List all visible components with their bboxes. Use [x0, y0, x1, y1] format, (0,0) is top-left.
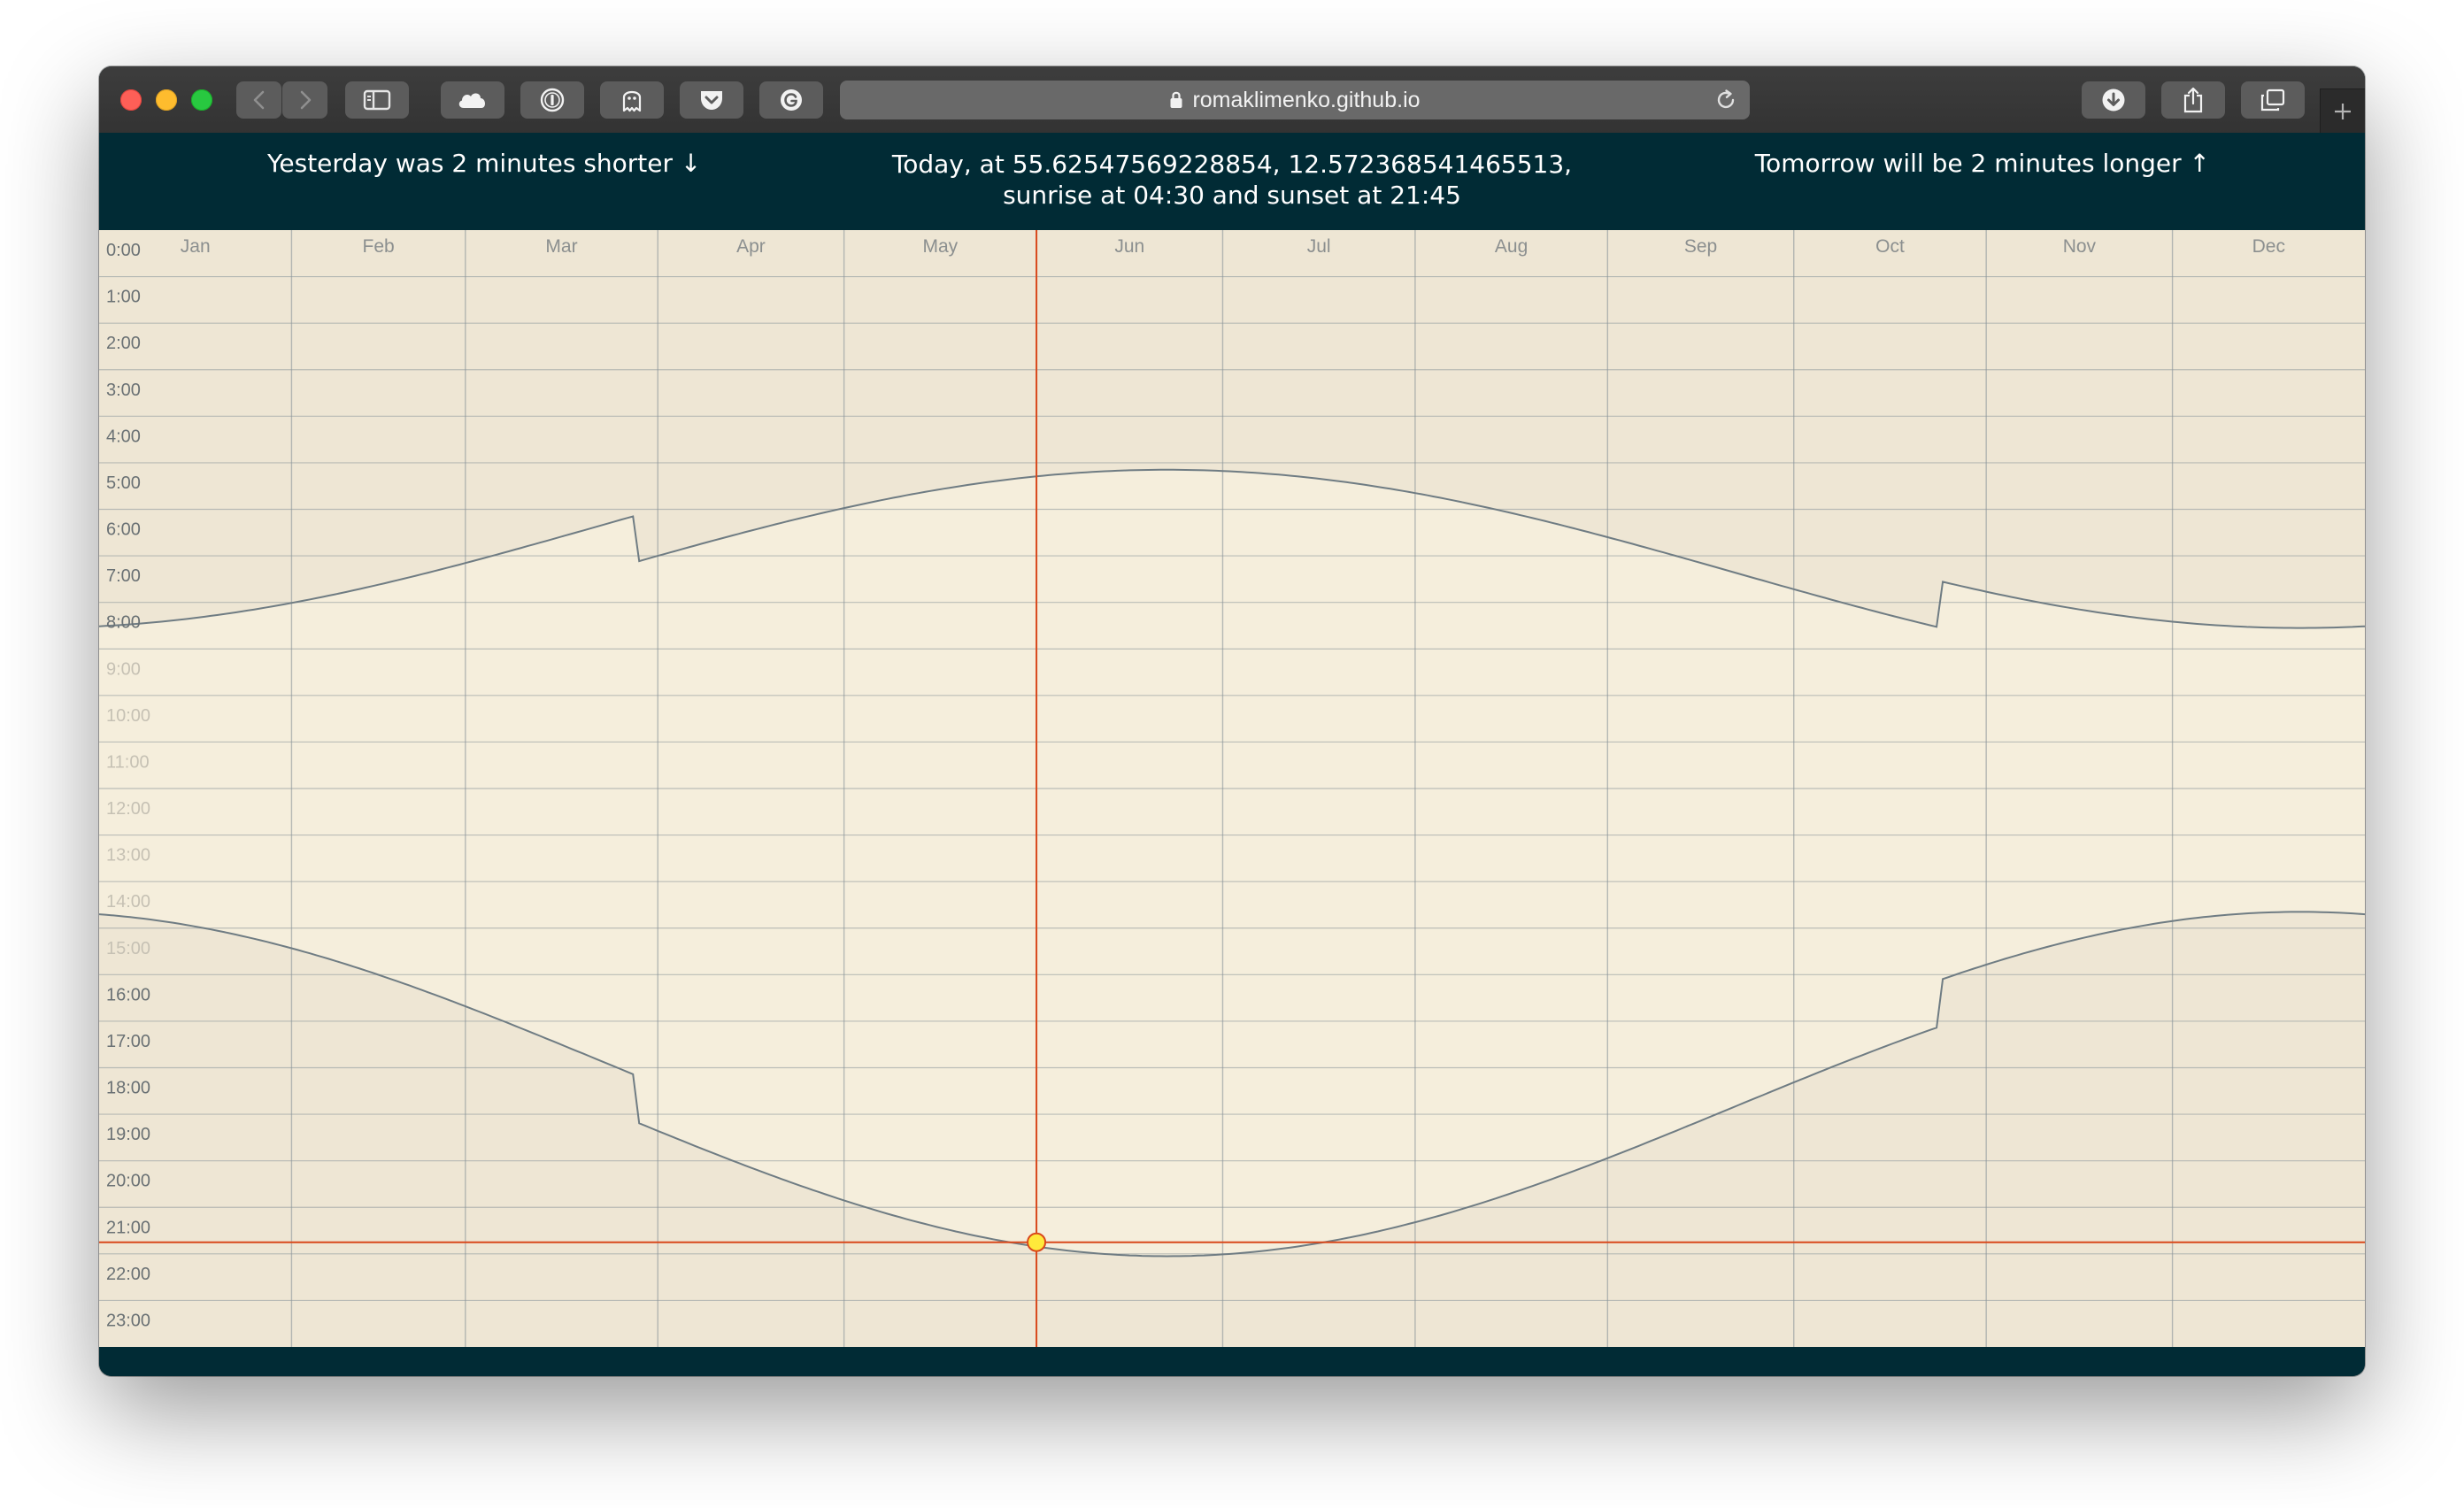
month-label: Nov — [2063, 236, 2097, 257]
sidebar-button[interactable] — [345, 81, 409, 119]
address-bar[interactable]: romaklimenko.github.io — [840, 81, 1750, 119]
new-tab-button[interactable] — [2320, 88, 2365, 134]
chevron-right-icon — [300, 90, 311, 110]
daylight-chart[interactable]: Jan Feb Mar Apr May Jun Jul Aug Sep Oct Nov Dec 0:00… — [99, 230, 2365, 1347]
pocket-button[interactable] — [680, 81, 743, 119]
sidebar-icon — [363, 89, 391, 111]
month-label: Jan — [181, 236, 211, 257]
plus-icon — [2335, 104, 2351, 119]
month-label: Feb — [363, 236, 395, 257]
tabs-icon — [2260, 88, 2285, 112]
pocket-icon — [701, 91, 722, 110]
hour-label: 8:00 — [106, 613, 141, 633]
grammarly-button[interactable] — [759, 81, 823, 119]
hour-label: 2:00 — [106, 334, 141, 353]
hour-label: 13:00 — [106, 846, 150, 866]
hour-label: 3:00 — [106, 381, 141, 400]
hour-label: 23:00 — [106, 1311, 150, 1330]
hour-label: 19:00 — [106, 1125, 150, 1144]
daylight-info-header: Yesterday was 2 minutes shorter ↓ Today,… — [99, 133, 2365, 230]
icloud-button[interactable] — [441, 81, 504, 119]
share-icon — [2183, 87, 2203, 113]
hour-label: 22:00 — [106, 1265, 150, 1284]
month-label: Mar — [545, 236, 577, 257]
lock-icon — [1170, 91, 1182, 108]
ghost-icon — [622, 90, 642, 112]
close-window-button[interactable] — [120, 89, 142, 111]
hour-label: 21:00 — [106, 1218, 150, 1237]
month-label: Jun — [1114, 236, 1144, 257]
hour-label: 5:00 — [106, 473, 141, 493]
hour-label: 7:00 — [106, 566, 141, 586]
hour-label: 9:00 — [106, 659, 141, 679]
back-button[interactable] — [236, 81, 281, 119]
hour-label: 15:00 — [106, 939, 150, 958]
browser-toolbar: romaklimenko.github.io — [99, 66, 2365, 134]
tabs-overview-button[interactable] — [2241, 81, 2305, 119]
download-icon — [2102, 88, 2125, 112]
hour-label: 14:00 — [106, 892, 150, 912]
hour-label: 10:00 — [106, 706, 150, 726]
hour-label: 4:00 — [106, 427, 141, 446]
ghostery-button[interactable] — [600, 81, 664, 119]
downloads-button[interactable] — [2082, 81, 2145, 119]
hour-label: 1:00 — [106, 288, 141, 307]
browser-window: romaklimenko.github.io Yesterday was 2 m… — [99, 66, 2365, 1376]
password-manager-button[interactable] — [520, 81, 584, 119]
hour-label: 18:00 — [106, 1079, 150, 1098]
month-label: Sep — [1684, 236, 1717, 257]
today-sunset-marker — [1027, 1232, 1047, 1252]
tomorrow-text: Tomorrow will be 2 minutes longer ↑ — [1754, 149, 2210, 178]
hour-label: 11:00 — [106, 752, 150, 772]
zoom-window-button[interactable] — [191, 89, 212, 111]
daylight-area — [99, 469, 2365, 1257]
hour-label: 6:00 — [106, 520, 141, 540]
month-label: Oct — [1875, 236, 1905, 257]
grammarly-icon — [781, 89, 802, 111]
address-bar-url: romaklimenko.github.io — [1192, 87, 1421, 112]
page-footer-bar — [99, 1347, 2365, 1376]
daylight-chart-svg[interactable]: Jan Feb Mar Apr May Jun Jul Aug Sep Oct Nov Dec 0:00… — [99, 230, 2365, 1347]
hour-label: 20:00 — [106, 1172, 150, 1191]
share-button[interactable] — [2161, 81, 2225, 119]
month-label: Apr — [736, 236, 766, 257]
1password-icon — [540, 88, 565, 112]
forward-button[interactable] — [282, 81, 327, 119]
reload-icon[interactable] — [1714, 88, 1737, 112]
hour-label: 17:00 — [106, 1032, 150, 1051]
cloud-icon — [458, 93, 486, 108]
hour-label: 16:00 — [106, 985, 150, 1004]
minimize-window-button[interactable] — [156, 89, 177, 111]
month-label: Aug — [1495, 236, 1528, 257]
today-sun-times-line: sunrise at 04:30 and sunset at 21:45 — [1003, 181, 1461, 210]
hour-label: 0:00 — [106, 241, 141, 260]
month-label: May — [923, 236, 959, 257]
month-label: Dec — [2252, 236, 2285, 257]
month-label: Jul — [1307, 236, 1331, 257]
chevron-left-icon — [253, 90, 264, 110]
hour-label: 12:00 — [106, 799, 150, 819]
